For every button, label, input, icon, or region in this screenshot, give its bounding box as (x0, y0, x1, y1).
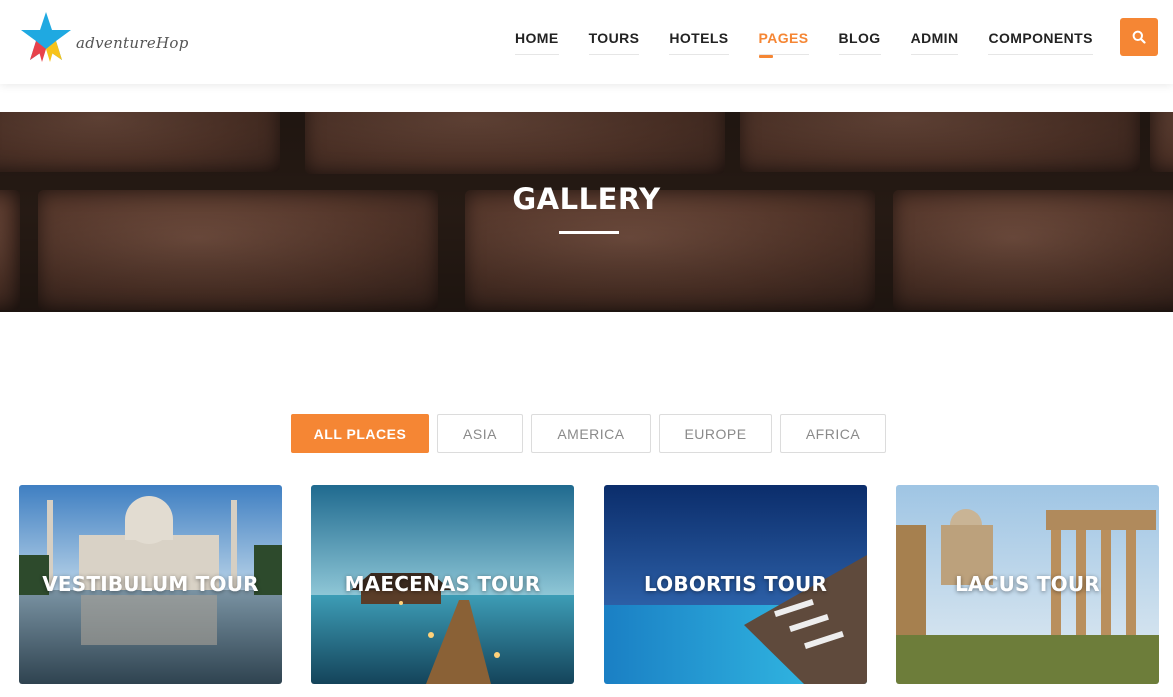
title-underline (559, 231, 619, 234)
nav-hotels[interactable]: HOTELS (669, 30, 729, 55)
site-header: adventureHop HOME TOURS HOTELS PAGES BLO… (0, 0, 1173, 84)
page-title: GALLERY (512, 182, 661, 216)
nav-home[interactable]: HOME (515, 30, 559, 55)
page-banner: GALLERY (0, 112, 1173, 312)
filter-europe[interactable]: EUROPE (659, 414, 772, 453)
star-logo-icon (21, 12, 71, 62)
nav-tours[interactable]: TOURS (588, 30, 640, 55)
card-title: MAECENAS TOUR (344, 572, 541, 596)
nav-blog[interactable]: BLOG (838, 30, 881, 55)
card-title: LOBORTIS TOUR (643, 572, 828, 596)
search-icon (1132, 30, 1146, 44)
search-button[interactable] (1120, 18, 1158, 56)
gallery-card-lacus[interactable]: LACUS TOUR (896, 485, 1159, 684)
card-title: VESTIBULUM TOUR (42, 572, 259, 596)
nav-pages[interactable]: PAGES (758, 30, 809, 58)
nav-admin[interactable]: ADMIN (910, 30, 959, 55)
filter-africa[interactable]: AFRICA (780, 414, 886, 453)
gallery-card-lobortis[interactable]: LOBORTIS TOUR (604, 485, 867, 684)
card-title: LACUS TOUR (955, 572, 1100, 596)
gallery-filters: ALL PLACES ASIA AMERICA EUROPE AFRICA (0, 414, 1173, 453)
gallery-card-vestibulum[interactable]: VESTIBULUM TOUR (19, 485, 282, 684)
nav-components[interactable]: COMPONENTS (988, 30, 1093, 55)
filter-america[interactable]: AMERICA (531, 414, 651, 453)
site-logo[interactable]: adventureHop (18, 10, 218, 66)
filter-asia[interactable]: ASIA (437, 414, 523, 453)
logo-text: adventureHop (76, 34, 189, 52)
filter-all-places[interactable]: ALL PLACES (291, 414, 429, 453)
gallery-card-maecenas[interactable]: MAECENAS TOUR (311, 485, 574, 684)
main-nav: HOME TOURS HOTELS PAGES BLOG ADMIN COMPO… (500, 0, 1108, 84)
